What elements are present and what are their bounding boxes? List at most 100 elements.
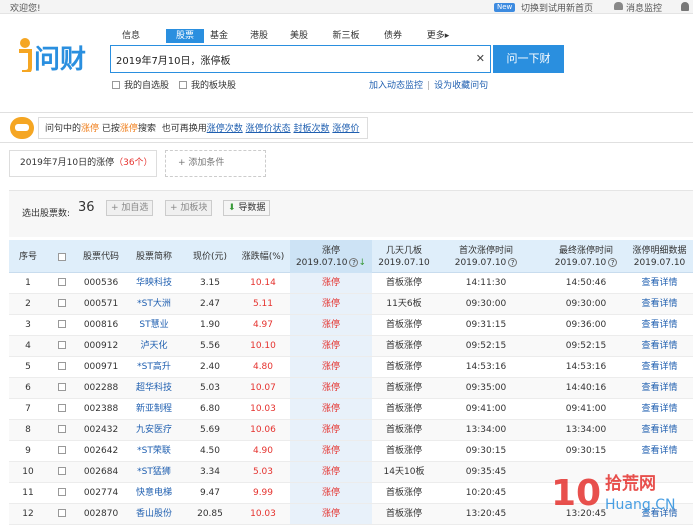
cell-first: 13:34:00 [465, 425, 507, 435]
col-days-boards[interactable]: 几天几板 2019.07.10 [372, 240, 436, 273]
col-last-time[interactable]: 最终涨停时间 2019.07.10? [536, 240, 636, 273]
add-block-button[interactable]: + 加板块 [165, 200, 213, 216]
row-checkbox[interactable] [47, 420, 77, 440]
cell-detail[interactable]: 查看详情 [626, 357, 693, 377]
row-checkbox[interactable] [47, 294, 77, 314]
cell-days: 首板涨停 [385, 509, 422, 519]
tab-neeq[interactable]: 新三板 [324, 29, 368, 43]
col-limit-up[interactable]: 涨停 2019.07.10? ↓ [290, 240, 372, 273]
alt-link-3[interactable]: 封板次数 [293, 124, 329, 134]
cell-change: 9.99 [252, 488, 274, 498]
col-code[interactable]: 股票代码 [77, 240, 125, 273]
cell-change: 10.14 [250, 278, 276, 288]
my-stocks-option[interactable]: 我的自选股 [112, 80, 169, 92]
cell-last: 09:36:00 [565, 320, 607, 330]
cell-detail[interactable]: 查看详情 [626, 273, 693, 293]
cell-change: 4.90 [252, 446, 274, 456]
col-first-time[interactable]: 首次涨停时间 2019.07.10? [436, 240, 536, 273]
col-change[interactable]: 涨跌幅(%) [237, 240, 289, 273]
tab-bonds[interactable]: 债券 [376, 29, 410, 43]
cell-detail[interactable]: 查看详情 [626, 399, 693, 419]
cell-name[interactable]: 新亚制程 [125, 399, 183, 419]
cell-name[interactable]: 超华科技 [125, 378, 183, 398]
cell-code: 000536 [83, 278, 119, 288]
top-bar: 欢迎您! New 切换到试用新首页 消息监控 [0, 0, 693, 14]
alt-link-2[interactable]: 涨停价状态 [246, 124, 291, 134]
info-text: 问句中的涨停 已按涨停搜索 也可再换用涨停次数 涨停价状态 封板次数 涨停价 [38, 117, 368, 139]
save-question-link[interactable]: 设为收藏问句 [434, 81, 488, 91]
export-data-button[interactable]: ⬇ 导数据 [223, 200, 271, 216]
row-checkbox[interactable] [47, 504, 77, 524]
row-checkbox[interactable] [47, 336, 77, 356]
cell-name[interactable]: *ST猛狮 [125, 462, 183, 482]
col-detail[interactable]: 涨停明细数据 2019.07.10 [626, 240, 693, 273]
switch-homepage-link[interactable]: 切换到试用新首页 [521, 1, 593, 14]
user-icon[interactable] [681, 2, 689, 11]
row-checkbox[interactable] [47, 378, 77, 398]
tab-funds[interactable]: 基金 [204, 29, 234, 43]
cell-name[interactable]: ST慧业 [125, 315, 183, 335]
cell-limit: 涨停 [290, 273, 372, 293]
cell-price: 5.56 [199, 341, 221, 351]
col-select-all[interactable] [47, 240, 77, 273]
cell-detail[interactable]: 查看详情 [626, 336, 693, 356]
cell-detail[interactable]: 查看详情 [626, 378, 693, 398]
row-checkbox[interactable] [47, 357, 77, 377]
row-checkbox[interactable] [47, 462, 77, 482]
cell-seq: 11 [22, 488, 34, 498]
cell-change: 10.07 [250, 383, 276, 393]
search-button[interactable]: 问一下财 [493, 45, 564, 73]
cell-code: 000571 [83, 299, 119, 309]
clear-icon[interactable]: ✕ [476, 52, 485, 65]
col-price[interactable]: 现价(元) [183, 240, 237, 273]
query-condition-chip[interactable]: 2019年7月10日的涨停（36个） [9, 150, 157, 177]
tab-more[interactable]: 更多▸ [418, 29, 458, 43]
alt-link-4[interactable]: 涨停价 [332, 124, 359, 134]
cell-detail[interactable]: 查看详情 [626, 420, 693, 440]
my-blocks-label: 我的板块股 [191, 81, 237, 91]
cell-name[interactable]: *ST荣联 [125, 441, 183, 461]
cell-name[interactable]: 九安医疗 [125, 420, 183, 440]
col-seq: 序号 [18, 251, 37, 262]
bell-icon[interactable] [614, 2, 623, 10]
cell-days: 首板涨停 [385, 383, 422, 393]
cell-code: 002684 [83, 467, 119, 477]
cell-detail[interactable]: 查看详情 [626, 315, 693, 335]
my-stocks-checkbox[interactable] [112, 81, 120, 89]
iwencai-logo[interactable]: 问财 [16, 38, 96, 72]
cell-name[interactable]: 香山股份 [125, 504, 183, 524]
cell-name[interactable]: *ST高升 [125, 357, 183, 377]
row-checkbox[interactable] [47, 315, 77, 335]
row-checkbox[interactable] [47, 483, 77, 503]
cell-name[interactable]: 快意电梯 [125, 483, 183, 503]
row-checkbox[interactable] [47, 273, 77, 293]
cell-detail[interactable]: 查看详情 [626, 294, 693, 314]
cell-limit: 涨停 [290, 462, 372, 482]
message-monitor-link[interactable]: 消息监控 [626, 1, 662, 14]
search-input[interactable] [111, 46, 461, 72]
cell-name[interactable]: 泸天化 [125, 336, 183, 356]
add-watchlist-button[interactable]: + 加自选 [106, 200, 154, 216]
cell-detail[interactable]: 查看详情 [626, 441, 693, 461]
col-name[interactable]: 股票简称 [125, 240, 183, 273]
cell-days: 首板涨停 [385, 488, 422, 498]
cell-days: 14天10板 [383, 467, 425, 477]
tab-hk-stocks[interactable]: 港股 [242, 29, 276, 43]
cell-name[interactable]: *ST大洲 [125, 294, 183, 314]
cell-seq: 9 [25, 446, 31, 456]
cell-days: 11天6板 [386, 299, 422, 309]
my-blocks-option[interactable]: 我的板块股 [179, 80, 236, 92]
cell-name[interactable]: 华映科技 [125, 273, 183, 293]
cell-first: 14:11:30 [465, 278, 507, 288]
tab-info[interactable]: 信息 [112, 29, 150, 43]
my-blocks-checkbox[interactable] [179, 81, 187, 89]
alt-link-1[interactable]: 涨停次数 [207, 124, 243, 134]
tab-stocks[interactable]: 股票 [166, 29, 204, 43]
row-checkbox[interactable] [47, 441, 77, 461]
tab-us-stocks[interactable]: 美股 [282, 29, 316, 43]
row-checkbox[interactable] [47, 399, 77, 419]
cell-first: 09:52:15 [465, 341, 507, 351]
search-box: ✕ [110, 45, 491, 73]
add-condition-button[interactable]: + 添加条件 [165, 150, 266, 177]
add-alert-link[interactable]: 加入动态监控 [369, 81, 423, 91]
